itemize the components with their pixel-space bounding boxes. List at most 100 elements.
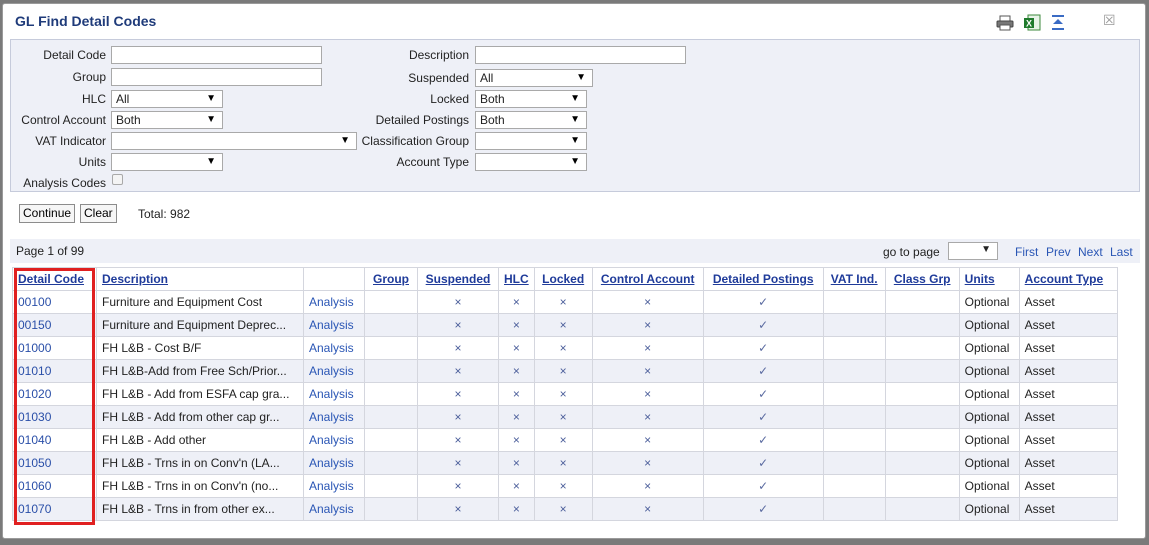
analysis-link[interactable]: Analysis xyxy=(303,313,365,337)
detail-code-link[interactable]: 01030 xyxy=(12,405,97,429)
col-suspended[interactable]: Suspended xyxy=(417,267,499,291)
close-icon[interactable]: ☒ xyxy=(1103,12,1116,29)
col-vat-ind[interactable]: VAT Ind. xyxy=(822,267,886,291)
detail-code-link[interactable]: 01060 xyxy=(12,474,97,498)
table-header-row: Detail Code Description Group Suspended … xyxy=(12,267,1118,291)
suspended-select[interactable]: All ▼ xyxy=(475,69,593,87)
suspended-cross-icon: × xyxy=(417,497,499,521)
table-row[interactable]: 01010 FH L&B-Add from Free Sch/Prior... An… xyxy=(12,359,1118,383)
analysis-link[interactable]: Analysis xyxy=(303,382,365,406)
first-page-link[interactable]: First xyxy=(1015,245,1038,259)
class-grp-cell xyxy=(884,474,960,498)
clear-button[interactable]: Clear xyxy=(80,204,117,223)
account-type-cell: Asset xyxy=(1018,359,1118,383)
print-icon[interactable] xyxy=(995,14,1015,32)
description-cell: FH L&B - Add other xyxy=(96,428,304,452)
col-account-type[interactable]: Account Type xyxy=(1018,267,1118,291)
account-type-cell: Asset xyxy=(1018,336,1118,360)
analysis-link[interactable]: Analysis xyxy=(303,336,365,360)
next-page-link[interactable]: Next xyxy=(1078,245,1103,259)
detail-code-link[interactable]: 01040 xyxy=(12,428,97,452)
analysis-link[interactable]: Analysis xyxy=(303,428,365,452)
col-locked[interactable]: Locked xyxy=(533,267,593,291)
prev-page-link[interactable]: Prev xyxy=(1046,245,1071,259)
detailed-postings-check-icon: ✓ xyxy=(702,451,824,475)
suspended-cross-icon: × xyxy=(417,474,499,498)
detail-code-link[interactable]: 01050 xyxy=(12,451,97,475)
account-type-select[interactable]: ▼ xyxy=(475,153,587,171)
detail-code-link[interactable]: 01020 xyxy=(12,382,97,406)
class-grp-cell xyxy=(884,405,960,429)
description-cell: FH L&B - Trns in on Conv'n (LA... xyxy=(96,451,304,475)
vat-cell xyxy=(822,336,886,360)
collapse-filter-icon[interactable] xyxy=(1048,14,1068,32)
classification-group-select[interactable]: ▼ xyxy=(475,132,587,150)
units-cell: Optional xyxy=(958,428,1020,452)
description-text: FH L&B - Add from other cap gr... xyxy=(102,410,280,425)
detailed-postings-check-icon: ✓ xyxy=(702,497,824,521)
group-input[interactable] xyxy=(111,68,322,86)
detail-code-link[interactable]: 01010 xyxy=(12,359,97,383)
analysis-link[interactable]: Analysis xyxy=(303,474,365,498)
vat-indicator-select[interactable]: ▼ xyxy=(111,132,357,150)
analysis-link[interactable]: Analysis xyxy=(303,451,365,475)
locked-select[interactable]: Both ▼ xyxy=(475,90,587,108)
table-row[interactable]: 00100 Furniture and Equipment Cost Analysi… xyxy=(12,290,1118,314)
col-description[interactable]: Description xyxy=(96,267,304,291)
detail-code-input[interactable] xyxy=(111,46,322,64)
goto-page-select[interactable]: ▼ xyxy=(948,242,998,260)
units-cell: Optional xyxy=(958,359,1020,383)
table-row[interactable]: 01040 FH L&B - Add other Analysis × × × × ✓ Opti… xyxy=(12,428,1118,452)
table-row[interactable]: 01060 FH L&B - Trns in on Conv'n (no... An… xyxy=(12,474,1118,498)
locked-cross-icon: × xyxy=(533,313,593,337)
table-row[interactable]: 01050 FH L&B - Trns in on Conv'n (LA... An… xyxy=(12,451,1118,475)
description-input[interactable] xyxy=(475,46,686,64)
analysis-codes-checkbox[interactable] xyxy=(112,174,123,185)
analysis-link[interactable]: Analysis xyxy=(303,290,365,314)
col-detailed-postings[interactable]: Detailed Postings xyxy=(702,267,824,291)
col-group[interactable]: Group xyxy=(364,267,418,291)
units-cell: Optional xyxy=(958,313,1020,337)
col-detail-code[interactable]: Detail Code xyxy=(12,267,97,291)
hlc-select[interactable]: All ▼ xyxy=(111,90,223,108)
detail-code-link[interactable]: 01070 xyxy=(12,497,97,521)
col-analysis xyxy=(303,267,365,291)
detailed-postings-check-icon: ✓ xyxy=(702,382,824,406)
pager-bar: Page 1 of 99 go to page ▼ First Prev Nex… xyxy=(10,239,1140,263)
group-label: Group xyxy=(72,70,106,84)
continue-button[interactable]: Continue xyxy=(19,204,76,223)
table-row[interactable]: 01020 FH L&B - Add from ESFA cap gra... An… xyxy=(12,382,1118,406)
table-row[interactable]: 01000 FH L&B - Cost B/F Analysis × × × × ✓ Optio… xyxy=(12,336,1118,360)
last-page-link[interactable]: Last xyxy=(1110,245,1133,259)
analysis-link[interactable]: Analysis xyxy=(303,497,365,521)
detailed-postings-select[interactable]: Both ▼ xyxy=(475,111,587,129)
col-units[interactable]: Units xyxy=(958,267,1020,291)
description-text: Furniture and Equipment Deprec... xyxy=(102,318,287,333)
description-cell: Furniture and Equipment Cost xyxy=(96,290,304,314)
table-row[interactable]: 01030 FH L&B - Add from other cap gr... An… xyxy=(12,405,1118,429)
table-row[interactable]: 00150 Furniture and Equipment Deprec... An… xyxy=(12,313,1118,337)
control-account-select[interactable]: Both ▼ xyxy=(111,111,223,129)
excel-export-icon[interactable]: X xyxy=(1022,14,1042,32)
suspended-cross-icon: × xyxy=(417,428,499,452)
class-grp-cell xyxy=(884,428,960,452)
chevron-down-icon: ▼ xyxy=(576,72,586,83)
table-row[interactable]: 01070 FH L&B - Trns in from other ex... An… xyxy=(12,497,1118,521)
detail-code-link[interactable]: 01000 xyxy=(12,336,97,360)
suspended-cross-icon: × xyxy=(417,336,499,360)
analysis-link[interactable]: Analysis xyxy=(303,359,365,383)
hlc-cross-icon: × xyxy=(498,290,535,314)
col-hlc[interactable]: HLC xyxy=(498,267,535,291)
class-grp-cell xyxy=(884,451,960,475)
chevron-down-icon: ▼ xyxy=(981,244,991,255)
units-select[interactable]: ▼ xyxy=(111,153,223,171)
col-control-account[interactable]: Control Account xyxy=(591,267,704,291)
detail-code-link[interactable]: 00100 xyxy=(12,290,97,314)
description-cell: FH L&B-Add from Free Sch/Prior... xyxy=(96,359,304,383)
vat-cell xyxy=(822,451,886,475)
control-account-cross-icon: × xyxy=(591,497,704,521)
col-class-grp[interactable]: Class Grp xyxy=(884,267,960,291)
detail-code-link[interactable]: 00150 xyxy=(12,313,97,337)
description-text: FH L&B - Cost B/F xyxy=(102,341,202,356)
analysis-link[interactable]: Analysis xyxy=(303,405,365,429)
